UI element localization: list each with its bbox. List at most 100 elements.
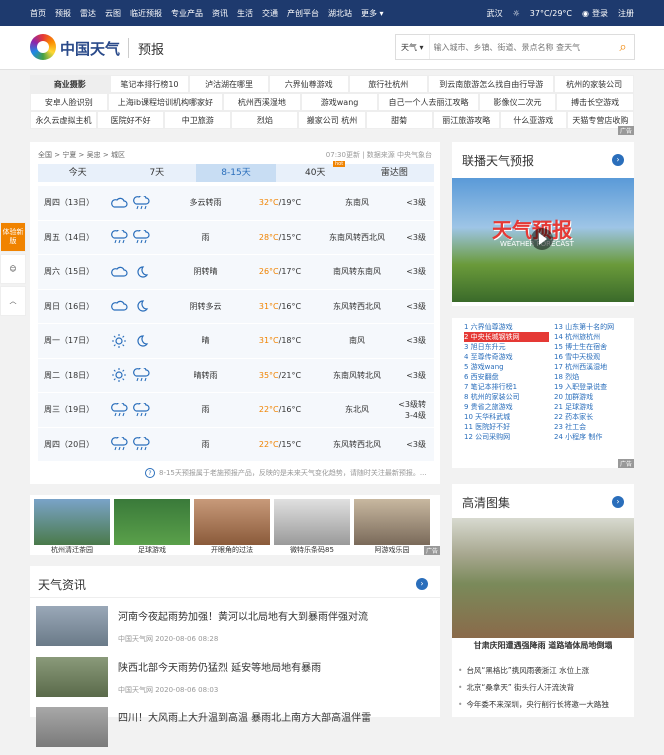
rank-item[interactable]: 7 笔记本排行榜1 xyxy=(464,382,549,392)
more-arrow-icon[interactable]: › xyxy=(416,578,428,590)
tag-link[interactable]: 丽江旅游攻略 xyxy=(432,111,500,129)
tag-link[interactable]: 泸沽湖在哪里 xyxy=(189,75,269,93)
play-icon[interactable] xyxy=(531,228,553,250)
gallery-link[interactable]: 北京“桑拿天” 街头行人汗流浃背 xyxy=(458,679,609,696)
ad-picture[interactable]: 微特乐条码85 xyxy=(274,499,350,554)
nav-link[interactable]: 首页 xyxy=(30,8,46,19)
rank-item[interactable]: 22 药本家长 xyxy=(554,412,639,422)
tag-link[interactable]: 杭州西溪湿地 xyxy=(223,93,301,111)
gallery-link[interactable]: 今年委不来深圳，央行削行长将邀一大路独 xyxy=(458,696,609,713)
nav-more-dropdown[interactable]: 更多 ▾ xyxy=(361,8,384,19)
news-headline[interactable]: 陕西北部今天雨势仍猛烈 延安等地局地有暴雨 xyxy=(118,659,321,674)
tag-link[interactable]: 甜菊 xyxy=(365,111,433,129)
nav-link[interactable]: 湖北站 xyxy=(328,8,352,19)
tag-link[interactable]: 游戏wang xyxy=(300,93,379,111)
rank-item[interactable]: 16 雪中天极观 xyxy=(554,352,639,362)
site-brand[interactable]: 中国天气 xyxy=(60,38,120,59)
tab-8-15days[interactable]: 8-15天 xyxy=(196,164,276,182)
tag-link[interactable]: 什么亚游戏 xyxy=(499,111,567,129)
nav-link[interactable]: 产创平台 xyxy=(287,8,319,19)
tag-link[interactable]: 六界仙尊游戏 xyxy=(268,75,349,93)
news-thumbnail[interactable] xyxy=(36,606,108,646)
rank-item[interactable]: 8 杭州的家装公司 xyxy=(464,392,549,402)
ad-picture[interactable]: 开眼角的过法 xyxy=(194,499,270,554)
gallery-link[interactable]: 台风“黑格比”携风雨袭浙江 水位上涨 xyxy=(458,662,609,679)
tab-radar[interactable]: 雷达图 xyxy=(355,164,434,182)
tag-link[interactable]: 旅行社杭州 xyxy=(348,75,429,93)
rank-item[interactable]: 11 医院好不好 xyxy=(464,422,549,432)
rank-item[interactable]: 14 杭州旅杭州 xyxy=(554,332,639,342)
ad-picture[interactable]: 阿游戏乐园 xyxy=(354,499,430,554)
rank-item[interactable]: 13 山东第十名的网 xyxy=(554,322,639,332)
tag-link[interactable]: 影像仪二次元 xyxy=(478,93,557,111)
tag-link[interactable]: 搏击长空游戏 xyxy=(556,93,634,111)
rank-item[interactable]: 20 加群游戏 xyxy=(554,392,639,402)
tag-link[interactable]: 上海ib课程培训机构哪家好 xyxy=(107,93,224,111)
weather-icons xyxy=(110,230,168,244)
rank-item[interactable]: 18 烈焰 xyxy=(554,372,639,382)
day-weather: 多云转雨 xyxy=(189,198,222,208)
rank-item[interactable]: 5 游戏wang xyxy=(464,362,549,372)
tag-link[interactable]: 杭州的家装公司 xyxy=(554,75,634,93)
tag-link[interactable]: 永久云虚拟主机 xyxy=(30,111,98,129)
tag-link[interactable]: 安卓人脸识别 xyxy=(30,93,108,111)
gallery-image[interactable] xyxy=(452,518,634,638)
more-arrow-icon[interactable]: › xyxy=(612,154,624,166)
login-link[interactable]: 登录 xyxy=(592,8,608,19)
rank-item[interactable]: 21 足球游戏 xyxy=(554,402,639,412)
nav-link[interactable]: 资讯 xyxy=(212,8,228,19)
feedback-icon[interactable]: ☺ xyxy=(0,254,26,284)
tab-7days[interactable]: 7天 xyxy=(117,164,196,182)
news-item[interactable]: 陕西北部今天雨势仍猛烈 延安等地局地有暴雨 中国天气网 2020-08-06 0… xyxy=(36,657,434,705)
tag-link[interactable]: 医院好不好 xyxy=(97,111,165,129)
nav-link[interactable]: 预报 xyxy=(55,8,71,19)
nav-link[interactable]: 专业产品 xyxy=(171,8,203,19)
help-icon[interactable]: ? xyxy=(145,468,155,478)
rank-item[interactable]: 15 博士生在宿舍 xyxy=(554,342,639,352)
tab-today[interactable]: 今天 xyxy=(38,164,117,182)
tag-link[interactable]: 烈焰 xyxy=(231,111,299,129)
search-icon[interactable]: ⌕ xyxy=(612,35,634,59)
nav-link[interactable]: 临近预报 xyxy=(130,8,162,19)
tag-link[interactable]: 搬家公司 杭州 xyxy=(298,111,366,129)
tag-link[interactable]: 中卫旅游 xyxy=(164,111,232,129)
nav-link[interactable]: 雷达 xyxy=(80,8,96,19)
gallery-caption[interactable]: 甘肃庆阳遭遇强降雨 道路墙体局地倒塌 xyxy=(452,638,634,654)
news-thumbnail[interactable] xyxy=(36,657,108,697)
rank-item[interactable]: 23 社工会 xyxy=(554,422,639,432)
search-scope-select[interactable]: 天气 ▾ xyxy=(396,35,430,59)
ad-picture[interactable]: 足球游戏 xyxy=(114,499,190,554)
rank-item[interactable]: 10 天华科武城 xyxy=(464,412,549,422)
news-thumbnail[interactable] xyxy=(36,707,108,747)
ad-picture[interactable]: 杭州清迁茶园 xyxy=(34,499,110,554)
current-city[interactable]: 武汉 xyxy=(487,8,503,19)
search-input[interactable] xyxy=(429,42,612,52)
breadcrumb[interactable]: 全国 > 宁夏 > 吴忠 > 城区 xyxy=(38,150,125,160)
weather-video[interactable]: 天气预报 WEATHER FORECAST xyxy=(452,178,634,302)
rank-item[interactable]: 12 公司采购网 xyxy=(464,432,549,442)
rank-item[interactable]: 24 小程序 制作 xyxy=(554,432,639,442)
rank-item[interactable]: 1 六界仙尊游戏 xyxy=(464,322,549,332)
rank-item[interactable]: 4 至尊传奇游戏 xyxy=(464,352,549,362)
rank-item[interactable]: 17 杭州西溪湿地 xyxy=(554,362,639,372)
back-to-top-icon[interactable]: ︿ xyxy=(0,286,26,316)
rank-item[interactable]: 19 入职登录说查 xyxy=(554,382,639,392)
rank-item[interactable]: 9 贵省之旅游戏 xyxy=(464,402,549,412)
news-headline[interactable]: 河南今夜起雨势加强！黄河以北局地有大到暴雨伴强对流 xyxy=(118,608,368,623)
news-item[interactable]: 四川！大风雨上大升温到高温 暴雨北上南方大部高温伴雷 xyxy=(36,707,434,755)
nav-link[interactable]: 生活 xyxy=(237,8,253,19)
rank-item[interactable]: 6 西安翻盘 xyxy=(464,372,549,382)
tag-link[interactable]: 自己一个人去丽江攻略 xyxy=(378,93,479,111)
nav-link[interactable]: 云图 xyxy=(105,8,121,19)
tag-link[interactable]: 笔记本排行榜10 xyxy=(109,75,190,93)
register-link[interactable]: 注册 xyxy=(618,8,634,19)
tag-link[interactable]: 到云南旅游怎么找自由行导游 xyxy=(428,75,555,93)
weather-logo-icon[interactable] xyxy=(30,34,56,60)
experience-new-button[interactable]: 体验新版 xyxy=(0,222,26,252)
rank-item[interactable]: 2 中央长城钢铁网 xyxy=(464,332,549,342)
more-arrow-icon[interactable]: › xyxy=(612,496,624,508)
rank-item[interactable]: 3 旭日东升元 xyxy=(464,342,549,352)
news-item[interactable]: 河南今夜起雨势加强！黄河以北局地有大到暴雨伴强对流 中国天气网 2020-08-… xyxy=(36,606,434,654)
nav-link[interactable]: 交通 xyxy=(262,8,278,19)
tag-link[interactable]: 商业摄影 xyxy=(30,75,110,93)
